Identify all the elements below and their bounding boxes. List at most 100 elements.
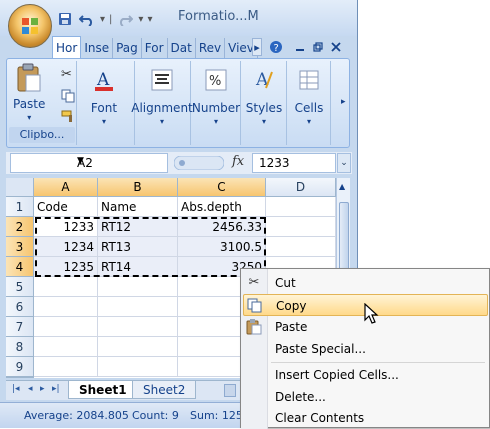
tab-page-layout[interactable]: Pag <box>113 38 142 58</box>
menu-item-cut[interactable]: ✂ Cut <box>243 272 488 294</box>
column-header-d[interactable]: D <box>266 178 336 197</box>
insert-function-icon[interactable]: fx <box>232 154 244 169</box>
format-painter-icon[interactable] <box>61 109 75 126</box>
cell-c3[interactable]: 3100.5 <box>178 237 266 257</box>
ribbon-scroll-right-icon[interactable]: ▸ <box>341 97 346 107</box>
cell-b7[interactable] <box>98 317 178 337</box>
status-count: Count: 9 <box>132 409 179 422</box>
cell-a4[interactable]: 1235 <box>34 257 98 277</box>
undo-icon[interactable] <box>78 10 96 28</box>
name-box-dropdown-icon[interactable]: ▼ <box>77 156 164 166</box>
cell-a9[interactable] <box>34 357 98 377</box>
sheet-tab-sheet2[interactable]: Sheet2 <box>132 381 197 399</box>
row-header-10[interactable] <box>6 377 34 378</box>
row-header-5[interactable]: 5 <box>6 277 34 297</box>
redo-dropdown-icon[interactable]: ▾ <box>138 14 143 25</box>
cell-d3[interactable] <box>266 237 336 257</box>
row-header-2[interactable]: 2 <box>6 217 34 237</box>
vertical-scroll-thumb[interactable] <box>339 202 349 272</box>
cell-a6[interactable] <box>34 297 98 317</box>
styles-dropdown-icon: ▾ <box>261 117 266 126</box>
copy-icon[interactable] <box>61 89 75 106</box>
alignment-group: Alignment ▾ <box>131 61 193 145</box>
column-header-c[interactable]: C <box>178 178 266 197</box>
expand-formula-bar-icon[interactable]: ⌄ <box>337 153 351 173</box>
menu-item-clear-contents[interactable]: Clear Contents <box>243 407 488 429</box>
row-header-6[interactable]: 6 <box>6 297 34 317</box>
cell-a1[interactable]: Code <box>34 197 98 217</box>
alignment-button[interactable]: Alignment ▾ <box>131 65 193 126</box>
cell-b3[interactable]: RT13 <box>98 237 178 257</box>
cell-c2[interactable]: 2456.33 <box>178 217 266 237</box>
name-box[interactable]: A2 ▼ <box>10 153 168 173</box>
tab-data[interactable]: Dat <box>168 38 196 58</box>
cell-b6[interactable] <box>98 297 178 317</box>
row-header-1[interactable]: 1 <box>6 197 34 217</box>
cell-a2[interactable]: 1233 <box>34 217 98 237</box>
cell-b8[interactable] <box>98 337 178 357</box>
sheet-tab-sheet1[interactable]: Sheet1 <box>68 381 138 399</box>
styles-label: Styles <box>245 101 283 115</box>
tab-formulas[interactable]: For <box>142 38 168 58</box>
ribbon-tabs: Hor Inse Pag For Dat Rev Viev <box>52 36 258 58</box>
cells-dropdown-icon: ▾ <box>306 117 311 126</box>
font-dropdown-icon: ▾ <box>101 117 106 126</box>
redo-icon[interactable] <box>116 10 134 28</box>
row-header-3[interactable]: 3 <box>6 237 34 257</box>
cell-b5[interactable] <box>98 277 178 297</box>
scroll-up-icon[interactable]: ▲ <box>339 182 345 191</box>
undo-dropdown-icon[interactable]: ▾ <box>100 14 105 25</box>
cell-d1[interactable] <box>266 197 336 217</box>
cell-a7[interactable] <box>34 317 98 337</box>
next-sheet-icon[interactable]: ▸ <box>40 384 45 394</box>
tab-insert[interactable]: Inse <box>81 38 114 58</box>
number-button[interactable]: % Number ▾ <box>191 65 241 126</box>
tab-scroll-right-icon[interactable]: ▸ <box>252 38 262 56</box>
cell-b1[interactable]: Name <box>98 197 178 217</box>
office-button[interactable] <box>8 4 52 48</box>
quick-access-toolbar: ▾ | ▾ ▾ <box>56 8 152 30</box>
customize-qat-icon[interactable]: ▾ <box>147 14 152 25</box>
cut-icon[interactable]: ✂ <box>61 67 72 82</box>
formula-bar-resize-handle[interactable] <box>174 156 224 170</box>
save-icon[interactable] <box>56 10 74 28</box>
cell-b2[interactable]: RT12 <box>98 217 178 237</box>
menu-item-insert-copied-cells[interactable]: Insert Copied Cells... <box>243 364 488 386</box>
restore-icon[interactable] <box>312 38 324 56</box>
column-header-a[interactable]: A <box>34 178 98 197</box>
row-header-9[interactable]: 9 <box>6 357 34 377</box>
last-sheet-icon[interactable]: ▸| <box>52 384 60 394</box>
row-header-8[interactable]: 8 <box>6 337 34 357</box>
number-glyph: % <box>209 74 221 89</box>
first-sheet-icon[interactable]: |◂ <box>12 384 20 394</box>
cell-b9[interactable] <box>98 357 178 377</box>
horizontal-scroll-icon[interactable] <box>224 384 236 397</box>
minimize-icon[interactable] <box>294 38 306 56</box>
menu-item-paste-special-label: Paste Special... <box>275 342 366 356</box>
font-button[interactable]: A Font ▾ <box>89 65 119 126</box>
cells-button[interactable]: Cells ▾ <box>291 65 327 126</box>
cell-a3[interactable]: 1234 <box>34 237 98 257</box>
select-all-corner[interactable] <box>6 178 34 197</box>
help-icon[interactable]: ? <box>268 38 284 56</box>
cell-a5[interactable] <box>34 277 98 297</box>
cell-b4[interactable]: RT14 <box>98 257 178 277</box>
menu-item-delete[interactable]: Delete... <box>243 386 488 408</box>
row-header-7[interactable]: 7 <box>6 317 34 337</box>
cell-c1[interactable]: Abs.depth <box>178 197 266 217</box>
paste-button[interactable]: Paste ▾ <box>13 63 45 122</box>
formula-input[interactable]: 1233 <box>252 153 336 173</box>
paste-dropdown-icon[interactable]: ▾ <box>27 113 31 122</box>
row-header-4[interactable]: 4 <box>6 257 34 277</box>
column-header-b[interactable]: B <box>98 178 178 197</box>
styles-button[interactable]: A Styles ▾ <box>243 65 285 126</box>
menu-item-paste-special[interactable]: Paste Special... <box>243 338 488 360</box>
close-icon[interactable] <box>330 38 342 56</box>
cell-a8[interactable] <box>34 337 98 357</box>
cell-d2[interactable] <box>266 217 336 237</box>
prev-sheet-icon[interactable]: ◂ <box>28 384 33 394</box>
cells-icon <box>294 65 324 95</box>
tab-home[interactable]: Hor <box>52 36 82 58</box>
tab-review[interactable]: Rev <box>196 38 226 58</box>
paste-icon <box>14 63 44 93</box>
